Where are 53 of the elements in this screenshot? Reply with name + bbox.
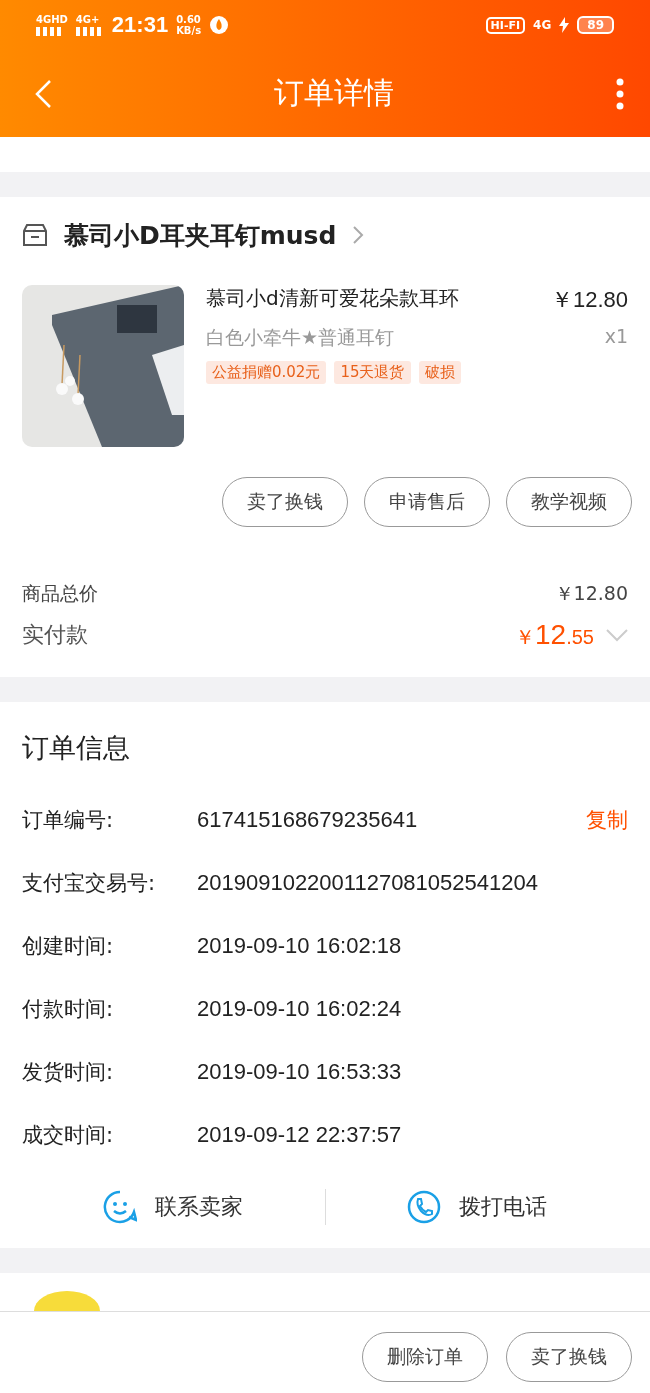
info-label: 发货时间:	[22, 1058, 115, 1086]
product-spec: 白色小牵牛★普通耳钉	[206, 325, 395, 350]
more-icon[interactable]	[616, 77, 624, 110]
page-title: 订单详情	[274, 74, 394, 112]
avatar	[32, 1291, 102, 1311]
product-price: ￥12.80	[550, 286, 628, 314]
expand-icon[interactable]	[606, 628, 628, 642]
smiley-icon	[103, 1190, 138, 1224]
order-button[interactable]: 卖了换钱	[506, 1332, 632, 1382]
info-label: 支付宝交易号:	[22, 869, 157, 897]
speed-value: 0.60	[176, 14, 202, 25]
tag: 破损	[418, 361, 461, 384]
order-button[interactable]: 删除订单	[362, 1332, 488, 1382]
info-value: 2019-09-10 16:02:18	[197, 932, 403, 959]
shop-icon	[22, 223, 48, 247]
section-title: 订单信息	[22, 731, 131, 765]
paid-amount: ￥12.55	[515, 619, 594, 651]
info-label: 订单编号:	[22, 806, 115, 834]
action-button[interactable]: 卖了换钱	[222, 477, 348, 527]
info-value: 2019-09-10 16:02:24	[197, 995, 403, 1022]
back-icon[interactable]	[34, 78, 52, 109]
tag: 公益捐赠0.02元	[206, 361, 327, 384]
signal-icon	[75, 26, 104, 36]
contact-button[interactable]: 拨打电话	[400, 1189, 553, 1225]
total-label: 商品总价	[22, 581, 98, 606]
action-button[interactable]: 申请售后	[364, 477, 490, 527]
info-label: 创建时间:	[22, 932, 115, 960]
total-value: ￥12.80	[554, 581, 628, 606]
signal-icon	[36, 26, 64, 36]
network-label: 4GHD	[36, 14, 68, 25]
paid-label: 实付款	[22, 621, 88, 649]
tag: 15天退货	[334, 361, 411, 384]
bolt-icon	[559, 17, 570, 33]
info-value: 617415168679235641	[197, 806, 419, 833]
clock: 21:31	[111, 12, 169, 38]
quantity: x1	[604, 325, 628, 349]
speed-unit: KB/s	[176, 25, 202, 36]
info-value: 2019-09-12 22:37:57	[197, 1121, 403, 1148]
product-title: 慕司小d清新可爱花朵款耳环	[206, 285, 459, 312]
battery-icon: 89	[577, 16, 614, 34]
contact-button[interactable]: 联系卖家	[97, 1189, 250, 1225]
info-label: 成交时间:	[22, 1121, 115, 1149]
flame-icon	[209, 15, 230, 35]
network-label: 4G+	[75, 14, 100, 25]
info-value: 2019091022001127081052541204	[197, 869, 539, 896]
info-value: 2019-09-10 16:53:33	[197, 1058, 403, 1085]
shop-link[interactable]: 慕司小D耳夹耳钉musd	[0, 197, 650, 273]
chevron-icon	[352, 225, 365, 245]
phone-icon	[406, 1190, 441, 1224]
hifi-badge: HI-FI	[485, 16, 526, 34]
action-button[interactable]: 教学视频	[506, 477, 632, 527]
network-label: 4G	[533, 18, 552, 32]
info-label: 付款时间:	[22, 995, 115, 1023]
